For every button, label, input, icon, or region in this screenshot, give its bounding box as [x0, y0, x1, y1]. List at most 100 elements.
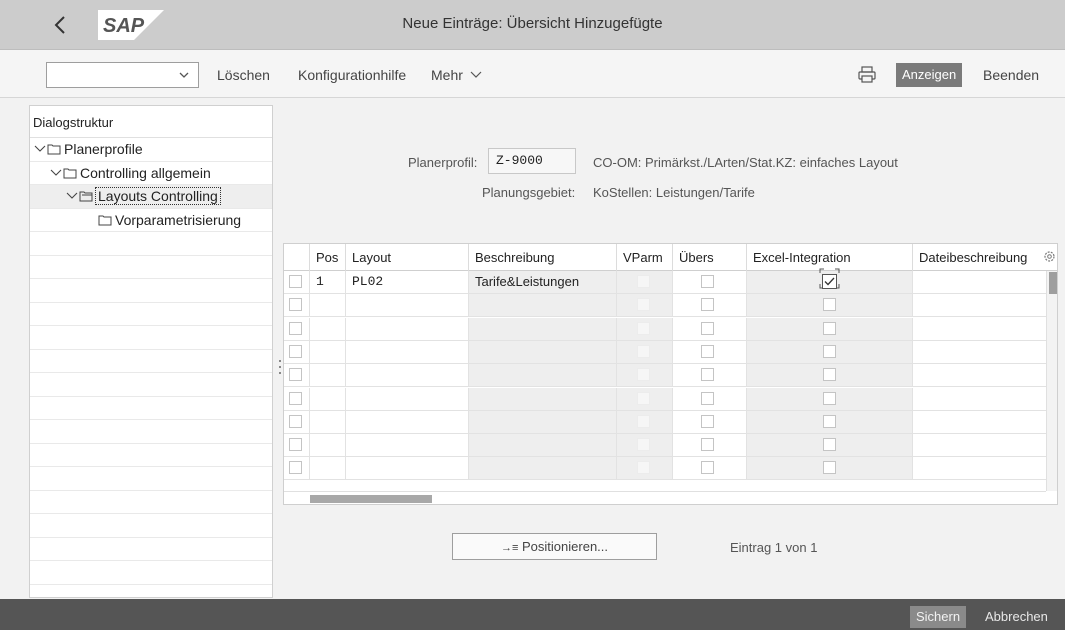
exit-button[interactable]: Beenden	[983, 62, 1039, 88]
excel-cell[interactable]	[747, 317, 913, 340]
column-header-uebers[interactable]: Übers	[673, 244, 747, 271]
row-select-checkbox[interactable]	[289, 275, 302, 288]
uebers-cell[interactable]	[673, 434, 747, 457]
table-row[interactable]	[284, 387, 1046, 411]
pos-cell[interactable]	[310, 294, 346, 317]
tree-item-layouts-controlling[interactable]: Layouts Controlling	[30, 185, 272, 209]
row-selector[interactable]	[284, 271, 310, 293]
uebers-checkbox[interactable]	[701, 368, 714, 382]
save-button[interactable]: Sichern	[910, 606, 967, 628]
column-header-vparm[interactable]: VParm	[617, 244, 673, 271]
column-header-layout[interactable]: Layout	[346, 244, 469, 271]
row-select-checkbox[interactable]	[289, 461, 302, 475]
excel-cell[interactable]	[747, 410, 913, 433]
excel-checkbox[interactable]	[823, 368, 836, 382]
column-header-excel[interactable]: Excel-Integration	[747, 244, 913, 271]
layout-cell[interactable]	[346, 434, 469, 457]
excel-cell[interactable]	[747, 457, 913, 480]
table-row[interactable]	[284, 317, 1046, 341]
excel-checkbox[interactable]	[823, 414, 836, 428]
excel-checkbox[interactable]	[823, 438, 836, 452]
pos-cell[interactable]	[310, 410, 346, 433]
pos-cell[interactable]: 1	[310, 271, 346, 293]
row-selector[interactable]	[284, 340, 310, 363]
file-description-cell[interactable]	[913, 457, 1046, 479]
pos-cell[interactable]	[310, 387, 346, 410]
uebers-checkbox[interactable]	[701, 275, 714, 288]
scroll-thumb[interactable]	[1049, 272, 1057, 294]
layout-cell[interactable]	[346, 364, 469, 387]
pos-cell[interactable]	[310, 317, 346, 340]
row-select-checkbox[interactable]	[289, 298, 302, 312]
row-selector[interactable]	[284, 364, 310, 387]
splitter-handle[interactable]	[278, 358, 282, 376]
excel-checkbox[interactable]	[823, 298, 836, 312]
table-row[interactable]: 1 PL02 Tarife&Leistungen	[284, 268, 1046, 294]
vertical-scrollbar[interactable]	[1046, 271, 1057, 491]
file-description-cell[interactable]	[913, 388, 1046, 410]
row-select-checkbox[interactable]	[289, 391, 302, 405]
table-row[interactable]	[284, 340, 1046, 364]
gear-icon[interactable]	[1043, 250, 1056, 263]
back-button[interactable]	[40, 8, 80, 42]
file-description-cell[interactable]	[913, 294, 1046, 316]
excel-checkbox[interactable]	[823, 391, 836, 405]
table-row[interactable]	[284, 294, 1046, 318]
uebers-cell[interactable]	[673, 364, 747, 387]
file-description-cell[interactable]	[913, 434, 1046, 456]
excel-checkbox[interactable]	[823, 321, 836, 335]
pos-cell[interactable]	[310, 340, 346, 363]
row-select-checkbox[interactable]	[289, 321, 302, 335]
file-description-cell[interactable]	[913, 318, 1046, 340]
file-description-cell[interactable]	[913, 364, 1046, 386]
row-selector[interactable]	[284, 410, 310, 433]
more-menu[interactable]: Mehr	[431, 62, 482, 88]
tree-item-vorparametrisierung[interactable]: Vorparametrisierung	[30, 209, 272, 232]
file-description-cell[interactable]	[913, 271, 1046, 293]
pos-cell[interactable]	[310, 457, 346, 480]
chevron-down-icon[interactable]	[34, 144, 46, 154]
excel-cell[interactable]	[747, 340, 913, 363]
scroll-thumb[interactable]	[310, 495, 432, 503]
uebers-cell[interactable]	[673, 410, 747, 433]
row-selector[interactable]	[284, 457, 310, 480]
layout-cell[interactable]	[346, 457, 469, 480]
excel-cell[interactable]	[747, 268, 913, 293]
uebers-checkbox[interactable]	[701, 321, 714, 335]
layout-cell[interactable]	[346, 317, 469, 340]
uebers-cell[interactable]	[673, 294, 747, 317]
print-icon[interactable]	[858, 66, 876, 83]
tree-item-controlling-allgemein[interactable]: Controlling allgemein	[30, 162, 272, 185]
row-selector[interactable]	[284, 387, 310, 410]
table-row[interactable]	[284, 434, 1046, 458]
uebers-cell[interactable]	[673, 317, 747, 340]
config-help-button[interactable]: Konfigurationhilfe	[298, 62, 406, 88]
position-button[interactable]: →≡ Positionieren...	[452, 533, 657, 560]
uebers-checkbox[interactable]	[701, 438, 714, 452]
cancel-button[interactable]: Abbrechen	[985, 606, 1048, 628]
excel-checkbox[interactable]	[823, 461, 836, 475]
layout-cell[interactable]	[346, 410, 469, 433]
row-selector[interactable]	[284, 434, 310, 457]
select-all-column-header[interactable]	[284, 244, 310, 271]
uebers-checkbox[interactable]	[701, 298, 714, 312]
excel-cell[interactable]	[747, 387, 913, 410]
delete-button[interactable]: Löschen	[217, 62, 270, 88]
table-row[interactable]	[284, 364, 1046, 388]
display-button[interactable]: Anzeigen	[896, 63, 963, 87]
excel-cell[interactable]	[747, 364, 913, 387]
chevron-down-icon[interactable]	[50, 168, 62, 178]
layout-cell[interactable]: PL02	[346, 271, 469, 293]
column-header-pos[interactable]: Pos	[310, 244, 346, 271]
uebers-cell[interactable]	[673, 457, 747, 480]
row-select-checkbox[interactable]	[289, 414, 302, 428]
layout-cell[interactable]	[346, 387, 469, 410]
column-header-description[interactable]: Beschreibung	[469, 244, 617, 271]
uebers-cell[interactable]	[673, 340, 747, 363]
table-row[interactable]	[284, 457, 1046, 481]
file-description-cell[interactable]	[913, 341, 1046, 363]
chevron-down-icon[interactable]	[178, 69, 190, 81]
column-header-file-description[interactable]: Dateibeschreibung	[913, 244, 1057, 271]
row-select-checkbox[interactable]	[289, 344, 302, 358]
uebers-checkbox[interactable]	[701, 344, 714, 358]
